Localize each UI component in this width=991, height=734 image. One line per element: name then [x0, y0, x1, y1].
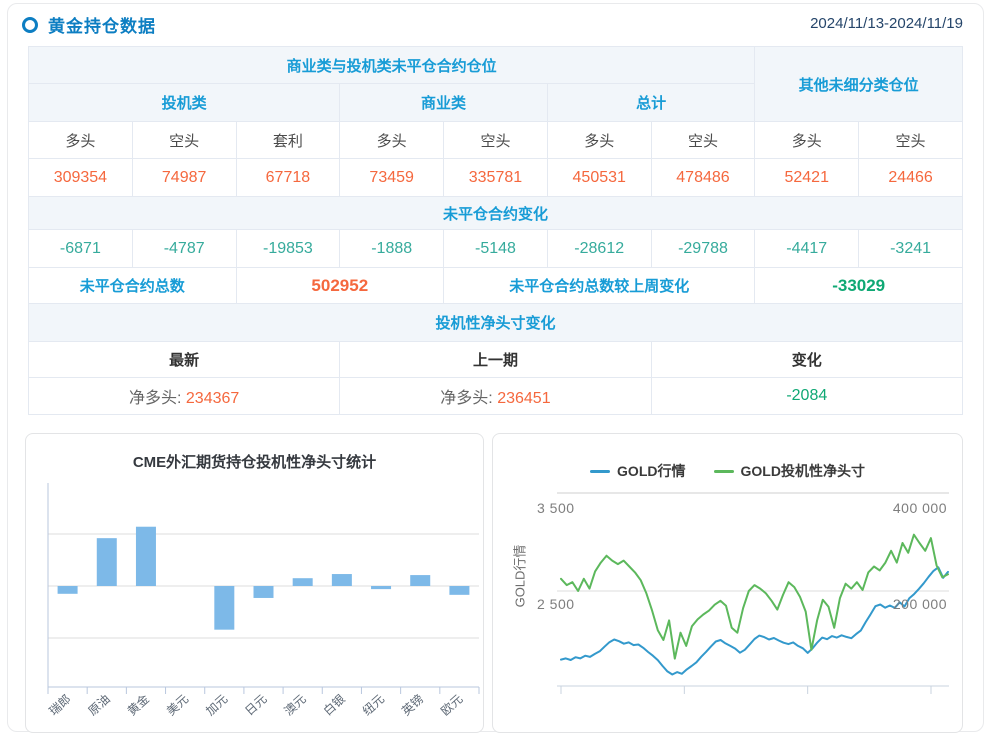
net-col-previous: 上一期 — [340, 342, 651, 378]
net-previous-cell: 净多头: 236451 — [340, 378, 651, 415]
change-value: -19853 — [236, 230, 340, 268]
net-latest-label: 净多头: — [129, 390, 181, 407]
change-value: -6871 — [29, 230, 133, 268]
bar-chart-panel: CME外汇期货持仓投机性净头寸统计 瑞郎原油黄金美元加元日元澳元白银纽元英镑欧元 — [25, 433, 484, 733]
page-header: 黄金持仓数据 — [22, 12, 156, 37]
col-header: 套利 — [236, 122, 340, 159]
bar-category-label: 澳元 — [281, 692, 308, 718]
bar-chart: 瑞郎原油黄金美元加元日元澳元白银纽元英镑欧元 — [26, 434, 481, 730]
left-axis-tick-top: 3 500 — [537, 500, 575, 516]
subgroup-total: 总计 — [547, 84, 755, 122]
col-header: 空头 — [132, 122, 236, 159]
col-header: 空头 — [651, 122, 755, 159]
position-value: 478486 — [651, 159, 755, 197]
position-value: 450531 — [547, 159, 651, 197]
bar-category-label: 加元 — [203, 692, 230, 718]
page-title: 黄金持仓数据 — [48, 12, 156, 37]
col-header: 多头 — [755, 122, 859, 159]
bar-category-label: 原油 — [86, 692, 113, 718]
net-latest-value: 234367 — [186, 390, 239, 407]
circle-bullet-icon — [22, 17, 38, 33]
change-value: -1888 — [340, 230, 444, 268]
bar-category-label: 美元 — [164, 692, 191, 718]
group-header-cell: 商业类与投机类未平仓合约仓位 — [29, 47, 755, 84]
subgroup-commercial: 商业类 — [340, 84, 548, 122]
subgroup-speculative: 投机类 — [29, 84, 340, 122]
net-latest-cell: 净多头: 234367 — [29, 378, 340, 415]
bar-黄金 — [136, 527, 156, 586]
bar-category-label: 黄金 — [124, 691, 152, 718]
bar-category-label: 欧元 — [438, 692, 465, 718]
bar-category-label: 日元 — [242, 692, 269, 718]
net-col-change: 变化 — [651, 342, 962, 378]
col-header: 多头 — [340, 122, 444, 159]
change-value: -3241 — [859, 230, 963, 268]
col-header: 多头 — [547, 122, 651, 159]
date-range: 2024/11/13-2024/11/19 — [810, 15, 963, 32]
right-axis-tick-top: 400 000 — [893, 500, 947, 516]
bar-category-label: 英镑 — [398, 691, 426, 718]
col-header: 空头 — [444, 122, 548, 159]
total-label: 未平仓合约总数 — [29, 268, 237, 304]
change-header-cell: 未平仓合约变化 — [29, 197, 963, 230]
position-value: 309354 — [29, 159, 133, 197]
other-header-cell: 其他未细分类仓位 — [755, 47, 963, 122]
line-chart-panel: GOLD行情 GOLD投机性净头寸 3 500 2 500 400 000 20… — [492, 433, 963, 733]
col-header: 多头 — [29, 122, 133, 159]
change-value: -28612 — [547, 230, 651, 268]
bar-英镑 — [410, 575, 430, 586]
total-change-value: -33029 — [755, 268, 963, 304]
bar-category-label: 瑞郎 — [46, 692, 73, 718]
net-prev-value: 236451 — [497, 390, 550, 407]
bar-category-label: 白银 — [320, 691, 348, 718]
net-col-latest: 最新 — [29, 342, 340, 378]
position-value: 24466 — [859, 159, 963, 197]
position-value: 67718 — [236, 159, 340, 197]
bar-category-label: 纽元 — [360, 692, 387, 718]
right-axis-tick-bottom: 200 000 — [893, 596, 947, 612]
bar-欧元 — [449, 586, 469, 595]
bar-白银 — [332, 574, 352, 586]
bar-原油 — [97, 538, 117, 586]
position-value: 52421 — [755, 159, 859, 197]
bar-日元 — [254, 586, 274, 598]
net-prev-label: 净多头: — [440, 390, 492, 407]
change-value: -4787 — [132, 230, 236, 268]
line-chart — [493, 434, 960, 730]
positions-table: 商业类与投机类未平仓合约仓位 其他未细分类仓位 投机类 商业类 总计 多头 空头… — [28, 46, 963, 415]
net-header-cell: 投机性净头寸变化 — [29, 304, 963, 342]
change-value: -4417 — [755, 230, 859, 268]
change-value: -29788 — [651, 230, 755, 268]
col-header: 空头 — [859, 122, 963, 159]
series-GOLD行情 — [561, 567, 948, 674]
position-value: 73459 — [340, 159, 444, 197]
left-axis-tick-bottom: 2 500 — [537, 596, 575, 612]
bar-纽元 — [371, 586, 391, 589]
net-change-value: -2084 — [651, 378, 962, 415]
change-value: -5148 — [444, 230, 548, 268]
bar-澳元 — [293, 578, 313, 586]
bar-加元 — [214, 586, 234, 630]
total-value: 502952 — [236, 268, 444, 304]
position-value: 74987 — [132, 159, 236, 197]
position-value: 335781 — [444, 159, 548, 197]
total-change-label: 未平仓合约总数较上周变化 — [444, 268, 755, 304]
bar-瑞郎 — [58, 586, 78, 594]
left-axis-title: GOLD行情 — [510, 545, 529, 608]
